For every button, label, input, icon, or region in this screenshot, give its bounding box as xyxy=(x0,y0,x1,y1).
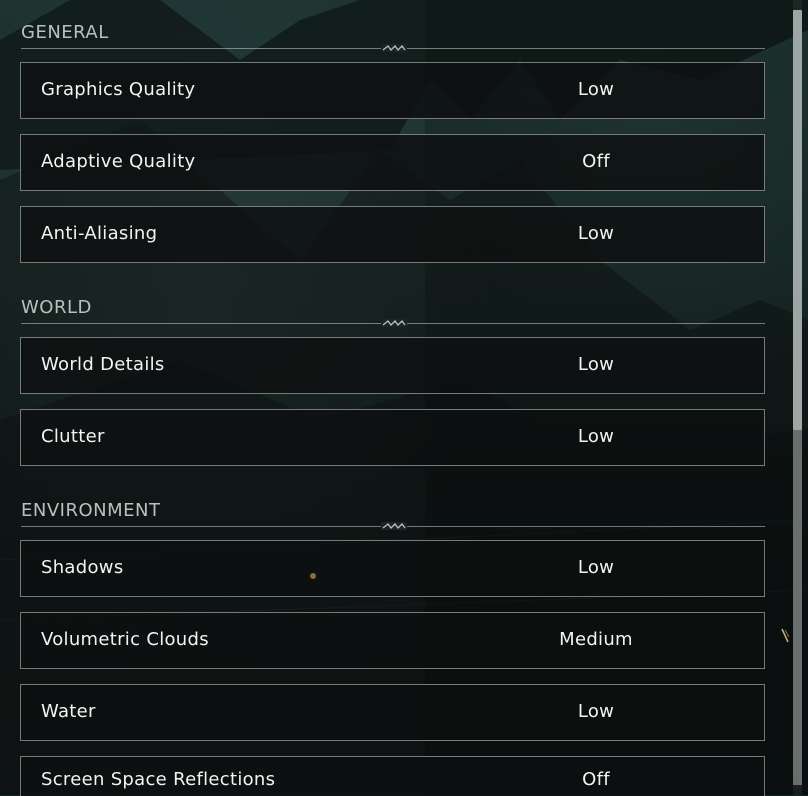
section-header-environment: ENVIRONMENT xyxy=(21,500,765,530)
value-column-shade xyxy=(425,0,808,795)
ornament-icon xyxy=(381,319,407,327)
setting-label: Screen Space Reflections xyxy=(41,769,276,790)
cursor-icon xyxy=(781,628,790,643)
section-title: WORLD xyxy=(21,297,92,318)
setting-value[interactable]: Low xyxy=(446,354,746,375)
setting-row-anti-aliasing[interactable]: Anti-Aliasing Low xyxy=(20,206,765,263)
setting-label: Shadows xyxy=(41,557,124,578)
setting-label: Graphics Quality xyxy=(41,79,196,100)
setting-value[interactable]: Medium xyxy=(446,629,746,650)
setting-value[interactable]: Low xyxy=(446,223,746,244)
setting-value[interactable]: Low xyxy=(446,79,746,100)
section-title: GENERAL xyxy=(21,22,109,43)
setting-label: Clutter xyxy=(41,426,105,447)
setting-row-screen-space-reflections[interactable]: Screen Space Reflections Off xyxy=(20,756,765,796)
setting-row-shadows[interactable]: Shadows Low xyxy=(20,540,765,597)
setting-row-world-details[interactable]: World Details Low xyxy=(20,337,765,394)
section-header-world: WORLD xyxy=(21,297,765,327)
setting-value[interactable]: Low xyxy=(446,426,746,447)
setting-label: World Details xyxy=(41,354,165,375)
section-title: ENVIRONMENT xyxy=(21,500,161,521)
section-header-general: GENERAL xyxy=(21,22,765,52)
setting-label: Volumetric Clouds xyxy=(41,629,209,650)
setting-value[interactable]: Off xyxy=(446,769,746,790)
ornament-icon xyxy=(381,44,407,52)
background-light-speck xyxy=(310,573,316,579)
setting-label: Adaptive Quality xyxy=(41,151,196,172)
setting-row-water[interactable]: Water Low xyxy=(20,684,765,741)
setting-row-clutter[interactable]: Clutter Low xyxy=(20,409,765,466)
setting-row-graphics-quality[interactable]: Graphics Quality Low xyxy=(20,62,765,119)
setting-row-volumetric-clouds[interactable]: Volumetric Clouds Medium xyxy=(20,612,765,669)
setting-row-adaptive-quality[interactable]: Adaptive Quality Off xyxy=(20,134,765,191)
setting-value[interactable]: Off xyxy=(446,151,746,172)
setting-label: Anti-Aliasing xyxy=(41,223,158,244)
setting-label: Water xyxy=(41,701,96,722)
scrollbar-thumb[interactable] xyxy=(793,10,802,430)
setting-value[interactable]: Low xyxy=(446,701,746,722)
scrollbar-lower-track[interactable] xyxy=(793,430,802,785)
setting-value[interactable]: Low xyxy=(446,557,746,578)
ornament-icon xyxy=(381,522,407,530)
